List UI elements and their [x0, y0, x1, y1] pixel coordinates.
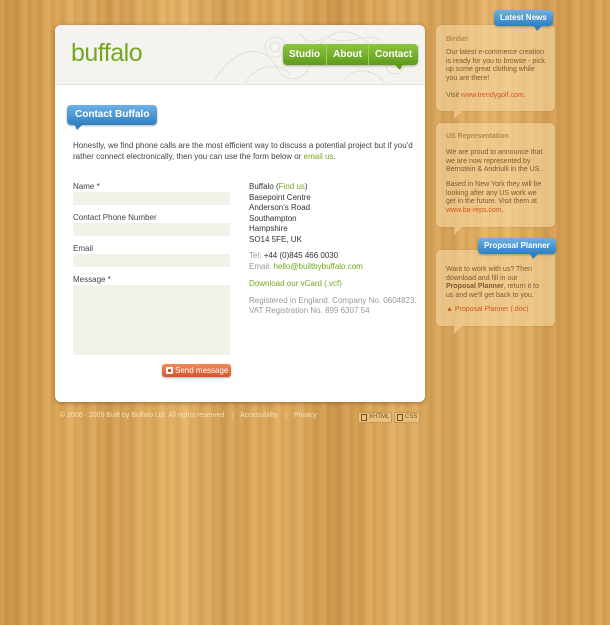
- intro-text: Honestly, we find phone calls are the mo…: [73, 140, 413, 162]
- email-contact-label: Email:: [249, 261, 272, 271]
- news-title: Birdie!: [446, 36, 469, 43]
- news-end: .: [501, 206, 504, 214]
- address-block: Buffalo (Find us) Basepoint Centre Ander…: [249, 182, 419, 317]
- vat-text: VAT Registration No. 899 6307 54: [249, 306, 370, 315]
- email-line: Email: hello@builtbybuffalo.com: [249, 262, 419, 273]
- company-name: Buffalo (: [249, 182, 279, 191]
- company-end: ): [304, 182, 308, 191]
- planner-text: Want to work with us? Then download and …: [446, 266, 532, 282]
- send-message-button[interactable]: Send message: [162, 364, 231, 377]
- find-us-link[interactable]: Find us: [279, 182, 305, 191]
- planner-link[interactable]: Proposal Planner (.doc): [455, 306, 529, 313]
- widget-pointer: [454, 227, 462, 235]
- widget-pointer: [454, 326, 462, 334]
- news-body: Our latest e-commerce creation is ready …: [446, 49, 545, 82]
- nav-about[interactable]: About: [327, 44, 369, 65]
- planner-bold: Proposal Planner: [446, 283, 504, 291]
- planner-download[interactable]: ▲ Proposal Planner (.doc): [446, 306, 546, 315]
- title-pointer: [74, 124, 83, 130]
- address-line: Southampton: [249, 213, 297, 223]
- news-end: .: [523, 92, 526, 99]
- main-card: buffalo Studio About Contact Contact Buf…: [55, 25, 425, 402]
- header: buffalo Studio About Contact: [55, 25, 425, 85]
- xhtml-badge-label: XHTML: [369, 414, 390, 420]
- check-icon: [361, 414, 367, 421]
- address-line: SO14 5FE, UK: [249, 234, 302, 244]
- tel-label: Tel:: [249, 251, 262, 260]
- address-line: Basepoint Centre: [249, 192, 311, 202]
- ba-reps-link[interactable]: www.ba-reps.com: [446, 207, 502, 214]
- download-icon: ▲: [446, 306, 453, 313]
- logo[interactable]: buffalo: [71, 39, 143, 68]
- xhtml-badge[interactable]: XHTML: [358, 412, 393, 423]
- footer-separator: |: [231, 412, 234, 419]
- email-us-link[interactable]: email us: [304, 152, 334, 161]
- page-title: Contact Buffalo: [67, 105, 158, 125]
- widget-pointer: [454, 111, 462, 119]
- planner-widget: Want to work with us? Then download and …: [436, 250, 555, 326]
- phone-label: Contact Phone Number: [73, 213, 157, 222]
- css-badge-label: CSS: [405, 414, 418, 420]
- nav-studio[interactable]: Studio: [283, 44, 328, 65]
- news-body-text: Based in New York they will be looking a…: [446, 181, 542, 206]
- address-line: Hampshire: [249, 224, 288, 233]
- trendygolf-link[interactable]: www.trendygolf.com: [461, 92, 524, 99]
- privacy-link[interactable]: Privacy: [294, 412, 317, 419]
- planner-body: Want to work with us? Then download and …: [446, 266, 546, 300]
- name-field[interactable]: [73, 192, 230, 205]
- nav-contact[interactable]: Contact: [369, 44, 418, 65]
- registration-text: Registered in England. Company No. 06048…: [249, 295, 417, 305]
- css-badge[interactable]: CSS: [394, 412, 421, 423]
- nav-pointer: [394, 64, 403, 70]
- main-nav: Studio About Contact: [283, 44, 419, 65]
- message-field[interactable]: [73, 285, 230, 355]
- tag-pointer: [534, 26, 542, 31]
- tel-value: +44 (0)845 466 0030: [263, 251, 339, 260]
- email-label: Email: [73, 244, 94, 253]
- email-address-link[interactable]: hello@builtbybuffalo.com: [273, 262, 362, 271]
- send-icon: [166, 367, 173, 374]
- intro-body: Honestly, we find phone calls are the mo…: [73, 141, 413, 161]
- news-body: We are proud to announce that we are now…: [446, 149, 543, 174]
- visit-label: Visit: [446, 92, 462, 99]
- company-line: Buffalo (Find us): [249, 182, 419, 193]
- telephone-line: Tel: +44 (0)845 466 0030: [249, 251, 419, 262]
- footer: © 2006 - 2009 Built by Buffalo Ltd. All …: [60, 412, 324, 419]
- message-label: Message *: [73, 275, 111, 284]
- vcard-link[interactable]: Download our vCard (.vcf): [249, 279, 419, 290]
- footer-separator: |: [285, 412, 287, 419]
- email-field[interactable]: [73, 254, 230, 267]
- tag-pointer: [530, 254, 538, 259]
- proposal-planner-tag: Proposal Planner: [478, 238, 556, 254]
- news-title: US Representation: [446, 133, 509, 140]
- news-widget-2: US Representation We are proud to announ…: [436, 123, 555, 227]
- intro-end: .: [333, 152, 336, 161]
- copyright-text: © 2006 - 2009 Built by Buffalo Ltd. All …: [60, 412, 225, 419]
- accessibility-link[interactable]: Accessibility: [240, 412, 278, 419]
- news-widget-1: Birdie! Our latest e-commerce creation i…: [436, 25, 555, 111]
- latest-news-tag: Latest News: [494, 10, 553, 26]
- send-button-label: Send message: [175, 366, 229, 375]
- check-icon: [397, 414, 403, 421]
- address-line: Anderson's Road: [249, 203, 311, 212]
- news-visit: Visit www.trendygolf.com.: [446, 92, 546, 101]
- phone-field[interactable]: [73, 223, 230, 236]
- news-body-2: Based in New York they will be looking a…: [446, 181, 546, 215]
- name-label: Name *: [73, 182, 100, 191]
